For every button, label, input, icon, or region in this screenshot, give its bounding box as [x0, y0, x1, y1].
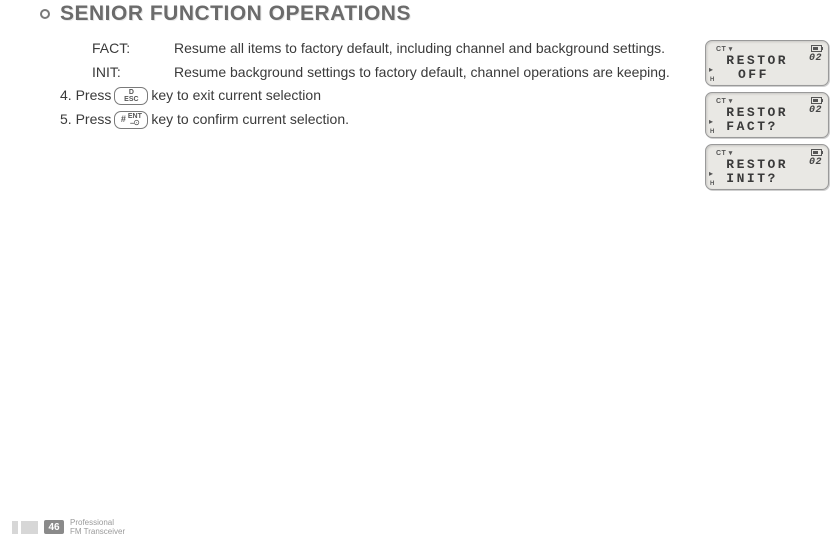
- lcd-ct-indicator: CT ▾: [716, 149, 733, 157]
- definition-desc: Resume background settings to factory de…: [174, 62, 695, 84]
- step-4: 4. Press D ESC key to exit current selec…: [60, 85, 695, 107]
- lcd-channel-number: 02: [809, 157, 822, 168]
- lcd-screen-init: CT ▾ 02 RESTOR ▸ INIT? H: [705, 144, 829, 190]
- lcd-line1: RESTOR: [716, 106, 822, 120]
- lcd-line2: OFF: [716, 68, 822, 82]
- definition-init: INIT: Resume background settings to fact…: [60, 62, 695, 84]
- footer-line1: Professional: [70, 518, 114, 527]
- section-title: SENIOR FUNCTION OPERATIONS: [60, 2, 411, 26]
- page-number: 46: [44, 520, 64, 534]
- lcd-ct-indicator: CT ▾: [716, 45, 733, 53]
- definition-desc: Resume all items to factory default, inc…: [174, 38, 695, 60]
- lcd-screen-off: CT ▾ 02 RESTOR ▸ OFF H: [705, 40, 829, 86]
- lcd-ct-indicator: CT ▾: [716, 97, 733, 105]
- key-right-top-label: ENT: [128, 113, 142, 120]
- lcd-h-indicator: H: [710, 129, 714, 135]
- lcd-channel-number: 02: [809, 105, 822, 116]
- step-5: 5. Press # ENT ⎯⊙ key to confirm current…: [60, 109, 695, 131]
- battery-icon: [811, 97, 822, 104]
- arrow-icon: ▸: [709, 117, 713, 126]
- key-bottom-label: ESC: [124, 96, 138, 103]
- lcd-screen-fact: CT ▾ 02 RESTOR ▸ FACT? H: [705, 92, 829, 138]
- lcd-channel-number: 02: [809, 53, 822, 64]
- key-d-esc-icon: D ESC: [114, 87, 148, 105]
- step-tail: key to confirm current selection.: [151, 109, 349, 131]
- step-text: 5. Press: [60, 109, 111, 131]
- lcd-line2: FACT?: [716, 120, 822, 134]
- step-text: 4. Press: [60, 85, 111, 107]
- lcd-previews: CT ▾ 02 RESTOR ▸ OFF H CT ▾ 02 RESTOR ▸ …: [705, 40, 829, 190]
- key-left-label: #: [121, 113, 126, 127]
- battery-icon: [811, 45, 822, 52]
- definition-fact: FACT: Resume all items to factory defaul…: [60, 38, 695, 60]
- footer-text: Professional FM Transceiver: [70, 518, 125, 536]
- body-text: FACT: Resume all items to factory defaul…: [60, 38, 695, 131]
- lcd-line1: RESTOR: [716, 158, 822, 172]
- page: SENIOR FUNCTION OPERATIONS FACT: Resume …: [0, 0, 838, 548]
- lcd-line1: RESTOR: [716, 54, 822, 68]
- key-top-label: D: [129, 89, 134, 96]
- step-tail: key to exit current selection: [151, 85, 321, 107]
- arrow-icon: ▸: [709, 169, 713, 178]
- page-footer: 46 Professional FM Transceiver: [12, 518, 125, 536]
- footer-bar-icon: [12, 521, 38, 534]
- lcd-status-row: CT ▾: [716, 96, 822, 105]
- battery-icon: [811, 149, 822, 156]
- lcd-line2: INIT?: [716, 172, 822, 186]
- lcd-h-indicator: H: [710, 77, 714, 83]
- definition-label: FACT:: [60, 38, 174, 60]
- lcd-status-row: CT ▾: [716, 44, 822, 53]
- lcd-status-row: CT ▾: [716, 148, 822, 157]
- footer-line2: FM Transceiver: [70, 527, 125, 536]
- arrow-icon: ▸: [709, 65, 713, 74]
- definition-label: INIT:: [60, 62, 174, 84]
- section-heading-row: SENIOR FUNCTION OPERATIONS: [40, 2, 411, 26]
- key-right-bot-label: ⎯⊙: [130, 120, 139, 127]
- bullet-icon: [40, 9, 50, 19]
- key-hash-ent-icon: # ENT ⎯⊙: [114, 111, 148, 129]
- lcd-h-indicator: H: [710, 181, 714, 187]
